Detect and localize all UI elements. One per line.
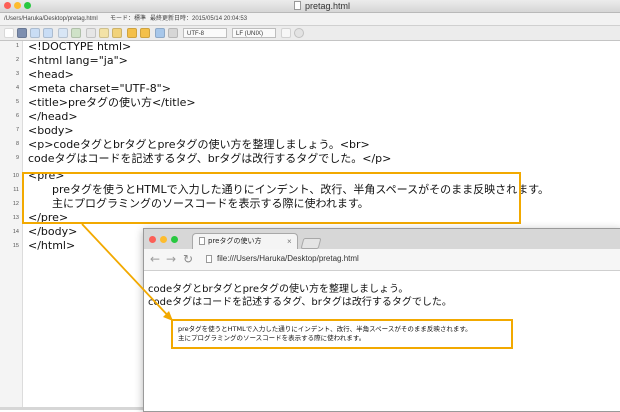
editor-infobar: /Users/Haruka/Desktop/pretag.html モード：標準… bbox=[0, 13, 620, 26]
line-number: 7 bbox=[15, 127, 19, 133]
back-arrow-icon[interactable]: ← bbox=[150, 251, 160, 267]
code-line: <meta charset="UTF-8"> bbox=[28, 82, 171, 95]
code-line: <!DOCTYPE html> bbox=[28, 40, 132, 53]
mode-label: モード：標準 bbox=[110, 16, 147, 22]
line-number: 13 bbox=[12, 215, 19, 221]
document-icon bbox=[294, 1, 301, 10]
line-number: 9 bbox=[15, 155, 19, 161]
line-number: 10 bbox=[12, 173, 19, 179]
copy-icon[interactable] bbox=[99, 28, 109, 38]
browser-tab[interactable]: preタグの使い方 × bbox=[192, 233, 298, 249]
editor-toolbar: UTF-8 LF (UNIX) bbox=[0, 26, 620, 41]
line-number: 14 bbox=[12, 229, 19, 235]
last-saved-label: 最終更新日時：2015/05/14 20:04:53 bbox=[150, 16, 248, 22]
code-line: codeタグはコードを記述するタグ、brタグは改行するタグでした。</p> bbox=[28, 152, 392, 165]
line-number: 1 bbox=[15, 43, 19, 49]
encoding-select[interactable]: UTF-8 bbox=[183, 28, 227, 38]
tab-close-icon[interactable]: × bbox=[287, 234, 292, 249]
line-number: 15 bbox=[12, 243, 19, 249]
format-icon[interactable] bbox=[155, 28, 165, 38]
line-number: 3 bbox=[15, 71, 19, 77]
line-ending-select[interactable]: LF (UNIX) bbox=[232, 28, 276, 38]
zoom-window-button[interactable] bbox=[24, 2, 31, 9]
forward-arrow-icon[interactable]: → bbox=[166, 251, 176, 267]
replace-icon[interactable] bbox=[71, 28, 81, 38]
browser-tabstrip: preタグの使い方 × bbox=[144, 229, 620, 249]
code-line: </head> bbox=[28, 110, 78, 123]
indent-icon[interactable] bbox=[127, 28, 137, 38]
line-number: 6 bbox=[15, 113, 19, 119]
line-number: 8 bbox=[15, 141, 19, 147]
paste-icon[interactable] bbox=[112, 28, 122, 38]
line-number: 11 bbox=[13, 187, 19, 193]
reload-icon[interactable]: ↻ bbox=[183, 251, 193, 267]
page-icon bbox=[199, 237, 205, 245]
line-number: 4 bbox=[15, 85, 19, 91]
outdent-icon[interactable] bbox=[140, 28, 150, 38]
code-line: <head> bbox=[28, 68, 74, 81]
code-line: </body> bbox=[28, 225, 78, 238]
code-line: <html lang="ja"> bbox=[28, 54, 128, 67]
line-number: 5 bbox=[15, 99, 19, 105]
code-line: </html> bbox=[28, 239, 76, 252]
undo-icon[interactable] bbox=[30, 28, 40, 38]
pre-output-line: 主にプログラミングのソースコードを表示する際に使われます。 bbox=[178, 334, 366, 342]
search-icon[interactable] bbox=[58, 28, 68, 38]
tab-label: preタグの使い方 bbox=[208, 237, 262, 245]
new-tab-button[interactable] bbox=[300, 238, 322, 249]
page-icon bbox=[206, 255, 212, 263]
minimize-window-button[interactable] bbox=[14, 2, 21, 9]
line-number: 2 bbox=[15, 57, 19, 63]
new-file-icon[interactable] bbox=[4, 28, 14, 38]
code-line: <body> bbox=[28, 124, 74, 137]
file-path: /Users/Haruka/Desktop/pretag.html bbox=[4, 16, 98, 22]
close-window-button[interactable] bbox=[4, 2, 11, 9]
browser-toolbar: ← → ↻ file:///Users/Haruka/Desktop/preta… bbox=[144, 249, 620, 271]
close-window-button[interactable] bbox=[149, 236, 156, 243]
save-icon[interactable] bbox=[17, 28, 27, 38]
zoom-window-button[interactable] bbox=[171, 236, 178, 243]
editor-titlebar: pretag.html bbox=[0, 0, 620, 13]
address-bar[interactable]: file:///Users/Haruka/Desktop/pretag.html bbox=[217, 253, 359, 265]
panel-toggle-icon[interactable] bbox=[281, 28, 291, 38]
preview-icon[interactable] bbox=[168, 28, 178, 38]
settings-gear-icon[interactable] bbox=[294, 28, 304, 38]
line-number: 12 bbox=[12, 201, 19, 207]
window-title: pretag.html bbox=[305, 1, 351, 11]
page-paragraph-line: codeタグはコードを記述するタグ、brタグは改行するタグでした。 bbox=[148, 297, 452, 308]
code-line: <p>codeタグとbrタグとpreタグの使い方を整理しましょう。<br> bbox=[28, 138, 370, 151]
pre-highlight-box bbox=[22, 172, 521, 224]
redo-icon[interactable] bbox=[43, 28, 53, 38]
browser-window: preタグの使い方 × ← → ↻ file:///Users/Haruka/D… bbox=[143, 228, 620, 412]
code-line: <title>preタグの使い方</title> bbox=[28, 96, 196, 109]
cut-icon[interactable] bbox=[86, 28, 96, 38]
line-number-gutter: 1 2 3 4 5 6 7 8 9 10 11 12 13 14 15 bbox=[0, 41, 23, 410]
minimize-window-button[interactable] bbox=[160, 236, 167, 243]
